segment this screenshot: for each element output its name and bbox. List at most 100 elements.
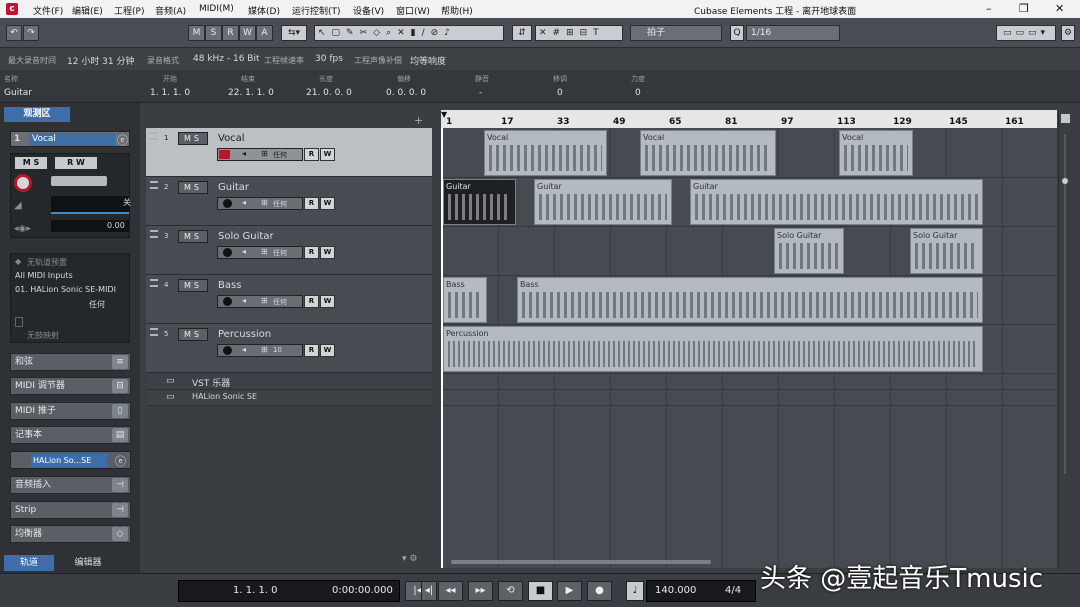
mute-solo-buttons[interactable]: MS (178, 328, 208, 341)
input-monitor-bar[interactable] (51, 176, 107, 186)
auto-button[interactable]: A (256, 25, 273, 41)
fast-forward-button[interactable]: ▸▸ (468, 581, 493, 601)
window-layout-buttons[interactable]: ▭▭▭▾ (996, 25, 1056, 41)
read-button[interactable]: R (304, 197, 319, 210)
read-button[interactable]: R (304, 148, 319, 161)
vertical-zoom-bar[interactable] (1058, 110, 1072, 570)
monitor-icon[interactable]: ◂ (242, 247, 246, 256)
midi-input-select[interactable]: All MIDI Inputs (15, 271, 73, 280)
position-bars[interactable]: 1. 1. 1. 0 (233, 581, 278, 601)
channel-grid-icon[interactable]: ⊞ (261, 247, 268, 256)
mute-all-button[interactable]: M (188, 25, 205, 41)
menu-window[interactable]: 窗口(W) (396, 4, 430, 17)
read-button[interactable]: R (304, 344, 319, 357)
midi-part-bass[interactable]: Bass (517, 277, 983, 323)
menu-media[interactable]: 媒体(D) (248, 4, 280, 17)
inspector-track-name[interactable]: Vocal (29, 133, 115, 146)
drum-map-field[interactable]: 无鼓映射 (27, 330, 59, 341)
midi-part-solo-guitar[interactable]: Solo Guitar (910, 228, 983, 274)
track-channel[interactable]: 任何 (273, 199, 287, 209)
drag-handle-icon[interactable] (150, 279, 158, 287)
edit-instrument-icon[interactable]: ⓔ (117, 132, 128, 148)
read-button[interactable]: R (304, 295, 319, 308)
section-audio-inserts[interactable]: 音频插入 ⊣ (10, 476, 131, 494)
drag-handle-icon[interactable] (150, 328, 158, 336)
channel-grid-icon[interactable]: ⊞ (261, 149, 268, 158)
track-row-vocal[interactable]: 1 MS Vocal ◂ ⊞ 任何 R W (146, 128, 432, 177)
play-button[interactable]: ▶ (557, 581, 582, 601)
channel-grid-icon[interactable]: ⊞ (261, 345, 268, 354)
mute-solo-buttons[interactable]: MS (178, 181, 208, 194)
undo-button[interactable]: ↶ (6, 25, 22, 41)
tool-palette[interactable]: ↖▢✎✂◇⌕✕▮∕⊘♪ (314, 25, 504, 41)
quantize-icon[interactable]: Q (730, 25, 744, 41)
mute-solo-buttons[interactable]: MS (178, 230, 208, 243)
track-row-solo-guitar[interactable]: 3 MS Solo Guitar ◂ ⊞ 任何 R W (146, 226, 432, 275)
folder-name[interactable]: VST 乐器 (192, 376, 230, 389)
edit-instrument-icon-2[interactable]: ⓔ (115, 453, 126, 469)
time-signature[interactable]: 4/4 (725, 581, 741, 601)
prev-marker-button[interactable]: ◂| (421, 581, 437, 601)
solo-all-button[interactable]: S (205, 25, 222, 41)
monitor-icon[interactable]: ◂ (242, 198, 246, 207)
quantize-select[interactable]: 1/16 (746, 25, 840, 41)
start-value[interactable]: 1. 1. 1. 0 (150, 88, 190, 98)
add-track-icon[interactable]: + (414, 114, 423, 127)
tab-track[interactable]: 轨道 (4, 555, 54, 571)
track-name[interactable]: Bass (218, 280, 241, 291)
menu-transport[interactable]: 运行控制(T) (292, 4, 341, 17)
velocity-value[interactable]: 0 (635, 88, 641, 98)
midi-part-vocal[interactable]: Vocal (839, 130, 913, 176)
midi-channel-select[interactable]: 任何 (89, 299, 105, 310)
name-value[interactable]: Guitar (4, 88, 32, 98)
auto-scroll-icon[interactable]: ⇆▾ (281, 25, 307, 41)
midi-part-vocal[interactable]: Vocal (640, 130, 776, 176)
redo-button[interactable]: ↷ (23, 25, 39, 41)
offset-value[interactable]: 0. 0. 0. 0 (386, 88, 426, 98)
menu-project[interactable]: 工程(P) (114, 4, 144, 17)
inspector-tab[interactable]: 观测区 (4, 107, 70, 122)
track-name[interactable]: Percussion (218, 329, 271, 340)
rewind-button[interactable]: ◂◂ (438, 581, 463, 601)
rec-format-value[interactable]: 48 kHz - 16 Bit (193, 54, 260, 64)
drag-handle-icon[interactable] (150, 230, 158, 238)
minimize-button[interactable]: – (986, 2, 992, 15)
menu-audio[interactable]: 音频(A) (155, 4, 186, 17)
write-button[interactable]: W (320, 295, 335, 308)
menu-edit[interactable]: 编辑(E) (72, 4, 103, 17)
mute-value[interactable]: - (479, 88, 482, 98)
transpose-value[interactable]: 0 (557, 88, 563, 98)
section-eq[interactable]: 均衡器 ◇ (10, 525, 131, 543)
stop-button[interactable]: ■ (528, 581, 553, 601)
midi-part-guitar-selected[interactable]: Guitar (443, 179, 516, 225)
channel-grid-icon[interactable]: ⊞ (261, 296, 268, 305)
folder-halion-sonic-se[interactable]: ▭ HALion Sonic SE (146, 390, 432, 406)
menu-file[interactable]: 文件(F) (33, 4, 63, 17)
read-button[interactable]: R (304, 246, 319, 259)
settings-gear-icon[interactable]: ⚙ (1061, 25, 1075, 41)
section-notepad[interactable]: 记事本 ▤ (10, 426, 131, 444)
pan-law-value[interactable]: 均等响度 (410, 54, 446, 67)
maximize-button[interactable]: ❐ (1019, 2, 1029, 15)
track-name[interactable]: Guitar (218, 182, 249, 193)
track-channel[interactable]: 任何 (273, 297, 287, 307)
record-button[interactable] (223, 199, 232, 208)
metronome-icon[interactable]: ♩ (626, 581, 644, 601)
inspector-ms-buttons[interactable]: M S (15, 157, 47, 169)
horizontal-scrollbar[interactable] (451, 560, 711, 564)
menu-devices[interactable]: 设备(V) (353, 4, 384, 17)
write-button[interactable]: W (320, 344, 335, 357)
track-preset-field[interactable]: 无轨道预置 (27, 257, 67, 268)
record-button[interactable] (223, 297, 232, 306)
write-all-button[interactable]: W (239, 25, 256, 41)
midi-part-guitar[interactable]: Guitar (690, 179, 983, 225)
track-name[interactable]: Solo Guitar (218, 231, 274, 242)
track-row-percussion[interactable]: 5 MS Percussion ◂ ⊞ 10 R W (146, 324, 432, 373)
monitor-icon[interactable]: ◂ (242, 149, 246, 158)
channel-grid-icon[interactable]: ⊞ (261, 198, 268, 207)
nudge-icon[interactable]: ⇵ (512, 25, 532, 41)
inspector-rw-buttons[interactable]: R W (55, 157, 97, 169)
record-button[interactable] (223, 346, 232, 355)
section-strip[interactable]: Strip ⊣ (10, 501, 131, 519)
track-channel[interactable]: 任何 (273, 248, 287, 258)
